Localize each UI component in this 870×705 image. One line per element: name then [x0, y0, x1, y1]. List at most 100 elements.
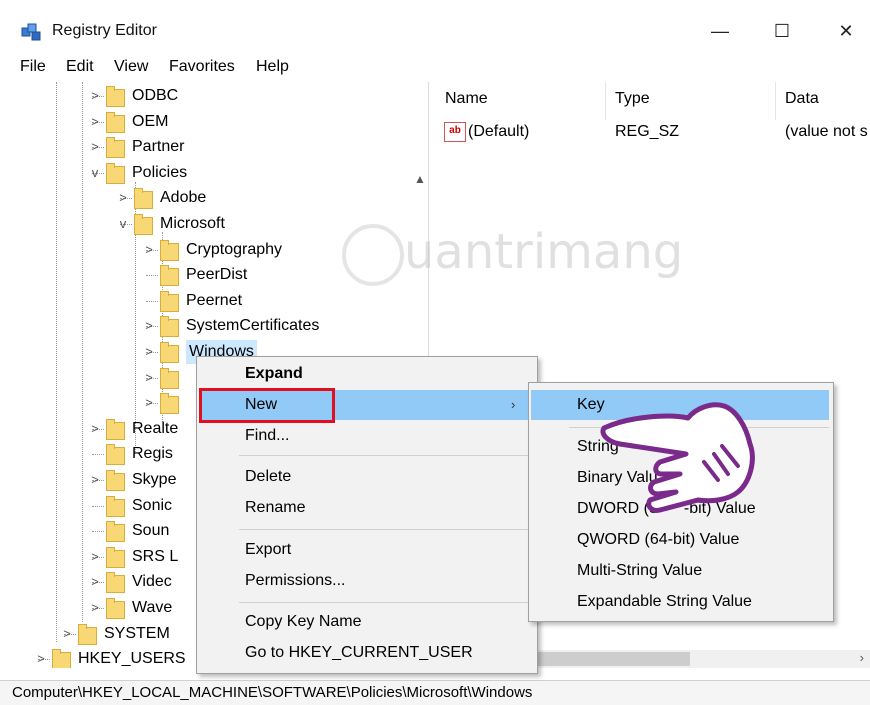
- menu-item-find[interactable]: Find...: [245, 421, 289, 451]
- tree-connector: [146, 275, 158, 277]
- menu-item-copy-key-name[interactable]: Copy Key Name: [245, 607, 362, 637]
- tree-item-label: Policies: [132, 163, 188, 181]
- close-button[interactable]: ✕: [826, 16, 866, 46]
- expand-chevron-icon[interactable]: >: [88, 110, 102, 134]
- folder-icon: [160, 265, 179, 287]
- expand-chevron-icon[interactable]: >: [142, 340, 156, 364]
- tree-item-label: Microsoft: [160, 215, 225, 232]
- tree-connector: [92, 505, 104, 507]
- tree-item[interactable]: v Policies: [10, 161, 410, 185]
- tree-item[interactable]: > SystemCertificates: [10, 314, 410, 338]
- tree-item-label: Sonic: [132, 496, 173, 514]
- expand-chevron-icon[interactable]: >: [88, 417, 102, 441]
- tree-item[interactable]: > ODBC: [10, 84, 410, 108]
- collapse-chevron-icon[interactable]: v: [116, 212, 130, 236]
- expand-chevron-icon[interactable]: >: [142, 238, 156, 262]
- column-header-type[interactable]: Type: [615, 90, 650, 108]
- expand-chevron-icon[interactable]: >: [34, 647, 48, 668]
- tree-item-label: Realte: [132, 419, 179, 437]
- folder-icon: [106, 572, 125, 594]
- menu-item-permissions[interactable]: Permissions...: [245, 566, 345, 596]
- minimize-button[interactable]: —: [700, 16, 740, 46]
- submenu-item-multi-string-value[interactable]: Multi-String Value: [577, 556, 702, 586]
- menu-item-expand[interactable]: Expand: [245, 359, 303, 389]
- highlight-outline: [199, 388, 335, 423]
- watermark-text: uantrimang: [404, 224, 684, 280]
- expand-chevron-icon[interactable]: >: [88, 468, 102, 492]
- title-bar: Registry Editor — ☐ ✕: [0, 0, 870, 56]
- value-type[interactable]: REG_SZ: [615, 123, 679, 141]
- folder-icon: [134, 214, 153, 235]
- folder-icon: [160, 239, 179, 261]
- tree-item[interactable]: > Partner: [10, 135, 410, 159]
- tree-connector: [92, 454, 104, 456]
- horizontal-scrollbar[interactable]: ›: [536, 650, 870, 668]
- folder-icon: [106, 470, 125, 491]
- tree-item-label: SystemCertificates: [186, 317, 320, 335]
- folder-icon: [106, 546, 125, 568]
- tree-item-label: OEM: [132, 112, 169, 130]
- pointing-hand-icon: [600, 402, 755, 513]
- collapse-chevron-icon[interactable]: v: [88, 161, 102, 185]
- context-menu: Expand New › Find... Delete Rename Expor…: [196, 356, 538, 674]
- tree-item-label: HKEY_USERS: [78, 650, 186, 668]
- value-name[interactable]: (Default): [468, 123, 529, 141]
- tree-item-label: SYSTEM: [104, 624, 170, 642]
- tree-item-label: Partner: [132, 138, 185, 156]
- menu-item-rename[interactable]: Rename: [245, 493, 305, 523]
- status-path: Computer\HKEY_LOCAL_MACHINE\SOFTWARE\Pol…: [12, 684, 533, 701]
- expand-chevron-icon[interactable]: >: [88, 545, 102, 569]
- folder-icon: [52, 649, 71, 668]
- menu-bar: File Edit View Favorites Help: [0, 56, 870, 80]
- expand-chevron-icon[interactable]: >: [88, 84, 102, 108]
- value-data[interactable]: (value not s: [785, 123, 868, 141]
- tree-item-label: PeerDist: [186, 266, 248, 284]
- folder-icon: [106, 111, 125, 133]
- expand-chevron-icon[interactable]: >: [88, 135, 102, 159]
- expand-chevron-icon[interactable]: >: [116, 186, 130, 210]
- tree-connector: [92, 531, 104, 533]
- tree-item[interactable]: > OEM: [10, 110, 410, 134]
- folder-icon: [106, 418, 125, 440]
- tree-item[interactable]: Peernet: [10, 289, 410, 313]
- menu-help[interactable]: Help: [256, 58, 289, 76]
- menu-item-goto-hkcu[interactable]: Go to HKEY_CURRENT_USER: [245, 638, 473, 668]
- tree-item-label: Regis: [132, 445, 173, 463]
- column-separator[interactable]: [775, 82, 776, 120]
- tree-item-label: Wave: [132, 599, 173, 616]
- folder-icon: [78, 623, 97, 645]
- menu-item-delete[interactable]: Delete: [245, 462, 291, 492]
- tree-item-label: Cryptography: [186, 240, 283, 258]
- watermark: uantrimang: [342, 220, 683, 290]
- menu-file[interactable]: File: [20, 58, 46, 76]
- expand-chevron-icon[interactable]: >: [60, 622, 74, 646]
- tree-scroll-up-icon[interactable]: ▲: [412, 172, 428, 188]
- column-header-data[interactable]: Data: [785, 90, 819, 108]
- expand-chevron-icon[interactable]: >: [142, 391, 156, 415]
- folder-icon: [134, 188, 153, 210]
- expand-chevron-icon[interactable]: >: [142, 366, 156, 390]
- tree-item-label: Peernet: [186, 291, 243, 309]
- menu-edit[interactable]: Edit: [66, 58, 94, 76]
- tree-item-label: Adobe: [160, 189, 207, 207]
- status-bar: Computer\HKEY_LOCAL_MACHINE\SOFTWARE\Pol…: [0, 680, 870, 705]
- tree-item[interactable]: > Adobe: [10, 186, 410, 210]
- folder-icon: [160, 290, 179, 312]
- maximize-button[interactable]: ☐: [762, 16, 802, 46]
- menu-view[interactable]: View: [114, 58, 148, 76]
- menu-separator: [239, 602, 531, 603]
- submenu-item-qword-value[interactable]: QWORD (64-bit) Value: [577, 525, 739, 555]
- submenu-item-expandable-string-value[interactable]: Expandable String Value: [577, 587, 752, 617]
- expand-chevron-icon[interactable]: >: [88, 596, 102, 620]
- menu-favorites[interactable]: Favorites: [169, 58, 235, 76]
- folder-icon: [106, 137, 125, 159]
- expand-chevron-icon[interactable]: >: [88, 570, 102, 594]
- column-header-name[interactable]: Name: [445, 90, 488, 108]
- menu-item-export[interactable]: Export: [245, 535, 291, 565]
- scrollbar-thumb[interactable]: [536, 652, 690, 666]
- expand-chevron-icon[interactable]: >: [142, 314, 156, 338]
- registry-editor-icon: [21, 23, 41, 41]
- column-separator[interactable]: [605, 82, 606, 120]
- tree-item-label: ODBC: [132, 87, 179, 104]
- scroll-right-icon[interactable]: ›: [860, 650, 864, 665]
